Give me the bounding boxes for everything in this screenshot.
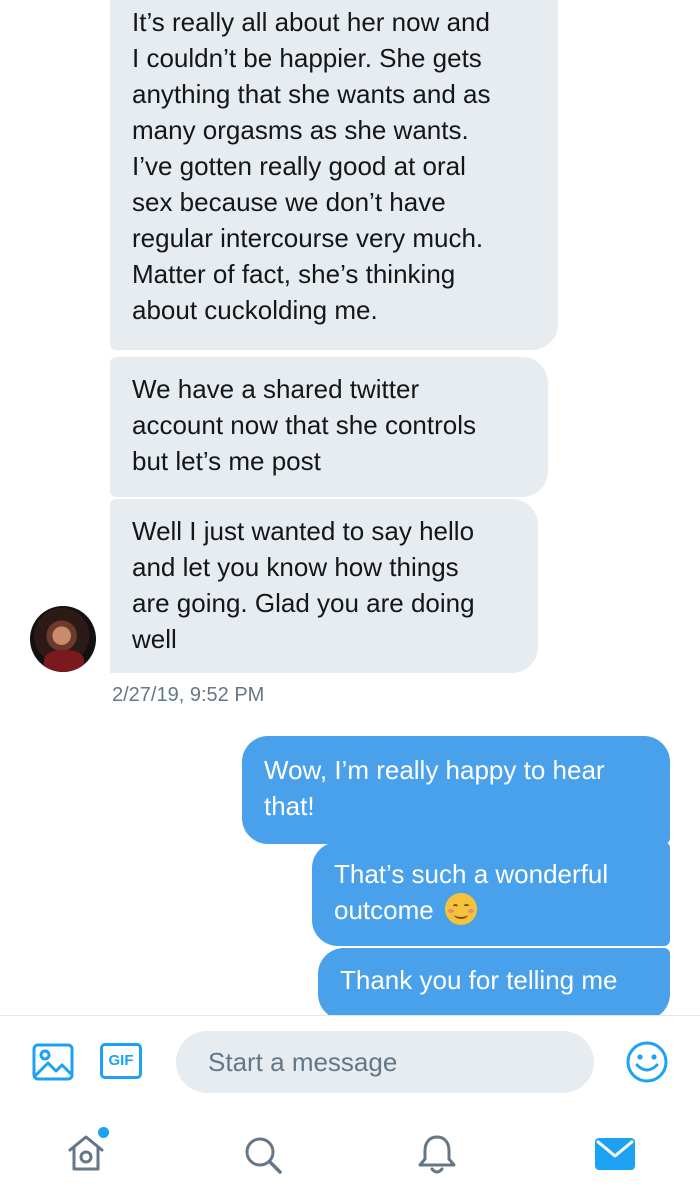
search-icon[interactable]: [242, 1134, 284, 1176]
sender-avatar[interactable]: [30, 606, 96, 672]
image-icon[interactable]: [32, 1043, 74, 1081]
emoji-icon[interactable]: [625, 1040, 669, 1084]
notifications-icon[interactable]: [416, 1132, 458, 1176]
bottom-tab-bar: [0, 1110, 700, 1200]
messages-icon[interactable]: [594, 1137, 636, 1171]
home-notification-dot: [98, 1127, 109, 1138]
received-message[interactable]: Well I just wanted to say hello and let …: [110, 499, 538, 673]
received-message[interactable]: It’s really all about her now and I coul…: [110, 0, 558, 350]
message-input[interactable]: [176, 1031, 594, 1093]
sent-message[interactable]: Wow, I’m really happy to hear that!: [242, 736, 670, 844]
message-composer: GIF: [0, 1015, 700, 1110]
sent-message[interactable]: Thank you for telling me: [318, 948, 670, 1015]
gif-button[interactable]: GIF: [100, 1043, 142, 1079]
conversation-thread: It’s really all about her now and I coul…: [0, 0, 700, 1015]
sent-message[interactable]: That’s such a wonderful outcome: [312, 842, 670, 946]
message-timestamp: 2/27/19, 9:52 PM: [112, 684, 265, 706]
smiling-face-emoji: [444, 893, 477, 925]
received-message[interactable]: We have a shared twitter account now tha…: [110, 357, 548, 497]
home-icon[interactable]: [66, 1132, 106, 1174]
